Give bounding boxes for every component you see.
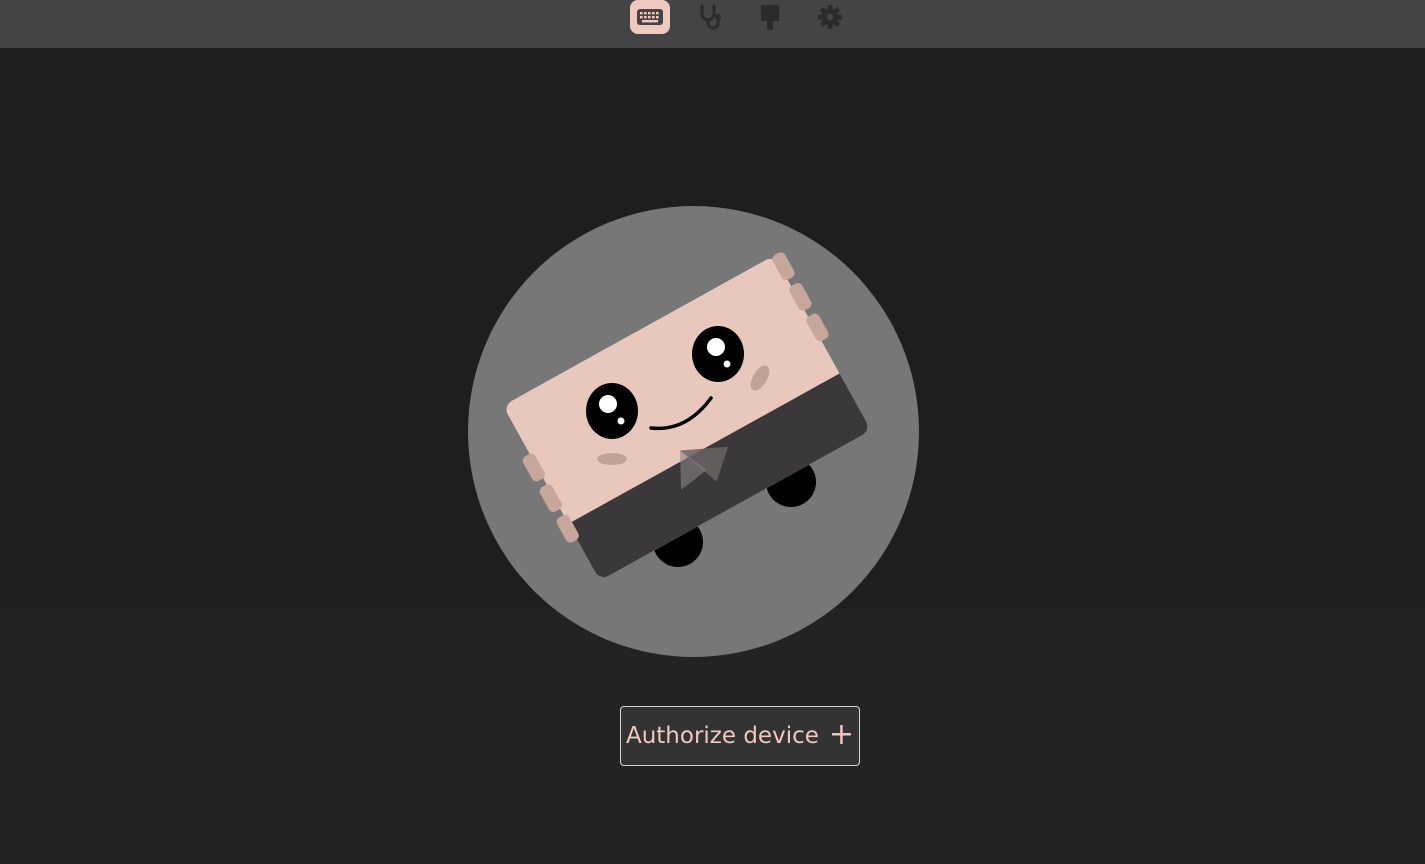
nav-settings-button[interactable] — [810, 0, 850, 34]
stethoscope-icon — [700, 4, 721, 30]
top-navigation-bar — [0, 0, 1425, 48]
authorize-device-label: Authorize device — [625, 723, 819, 749]
authorize-device-button[interactable]: Authorize device + — [620, 706, 860, 766]
nav-diagnostics-button[interactable] — [690, 0, 730, 34]
nav-appearance-button[interactable] — [750, 0, 790, 34]
gear-icon — [818, 5, 842, 29]
nav-keyboard-button[interactable] — [630, 0, 670, 34]
keyboard-icon — [637, 9, 663, 25]
paint-brush-icon — [761, 5, 779, 30]
keyboard-mascot-illustration — [468, 206, 919, 657]
plus-icon: + — [828, 717, 855, 752]
